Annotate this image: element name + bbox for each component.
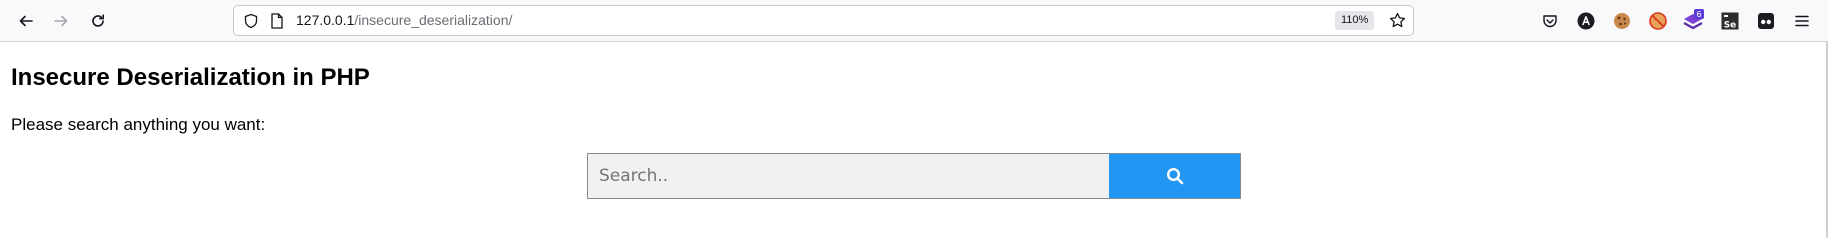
page-content: Insecure Deserialization in PHP Please s… <box>0 42 1828 238</box>
extension-badge-icon: 6 <box>1683 9 1704 30</box>
blocked-cookie-icon <box>1649 12 1667 30</box>
shield-icon[interactable] <box>243 6 259 35</box>
bookmark-star-icon[interactable] <box>1389 6 1406 35</box>
account-a-icon <box>1577 12 1595 30</box>
url-host: 127.0.0.1 <box>296 12 355 28</box>
account-extension-button[interactable] <box>1574 9 1598 33</box>
forward-button[interactable] <box>46 7 76 35</box>
search-icon <box>1166 167 1183 185</box>
selenium-ide-icon: Se <box>1721 12 1739 30</box>
page-info-icon[interactable] <box>270 6 284 35</box>
url-text[interactable]: 127.0.0.1/insecure_deserialization/ <box>296 6 512 35</box>
cookie-blocker-button[interactable] <box>1646 9 1670 33</box>
page-title: Insecure Deserialization in PHP <box>11 64 370 91</box>
zoom-level-badge[interactable]: 110% <box>1335 11 1375 30</box>
url-bar[interactable]: 127.0.0.1/insecure_deserialization/ 110% <box>233 5 1414 36</box>
search-prompt: Please search anything you want: <box>11 115 266 134</box>
cookie-icon <box>1614 13 1630 29</box>
back-arrow-icon <box>19 15 33 27</box>
reload-icon <box>92 14 104 27</box>
incognito-icon <box>1758 13 1774 29</box>
extension-badge-count: 6 <box>1696 10 1701 19</box>
app-menu-button[interactable] <box>1790 9 1814 33</box>
back-button[interactable] <box>11 7 41 35</box>
search-button[interactable] <box>1109 153 1241 199</box>
pocket-icon <box>1543 15 1557 28</box>
menu-icon <box>1795 15 1809 27</box>
private-extension-button[interactable] <box>1754 9 1778 33</box>
search-input[interactable] <box>587 153 1110 199</box>
pocket-button[interactable] <box>1538 9 1562 33</box>
selenium-ide-button[interactable]: Se <box>1718 9 1742 33</box>
browser-toolbar: 127.0.0.1/insecure_deserialization/ 110% <box>0 0 1828 42</box>
cookie-extension-button[interactable] <box>1610 9 1634 33</box>
selenium-label: Se <box>1724 21 1737 31</box>
forward-arrow-icon <box>54 15 68 27</box>
badge-extension-button[interactable]: 6 <box>1681 9 1705 33</box>
reload-button[interactable] <box>83 7 113 35</box>
url-path: /insecure_deserialization/ <box>354 12 513 28</box>
